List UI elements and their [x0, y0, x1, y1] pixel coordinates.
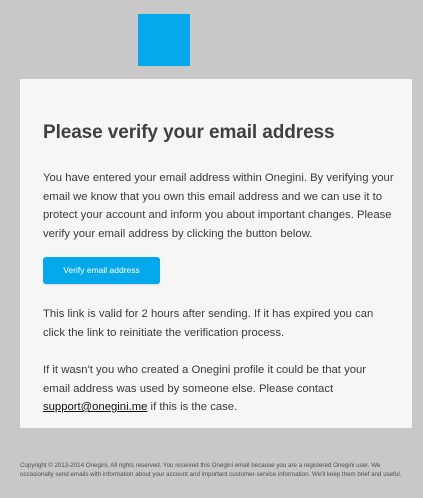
contact-text-after: if this is the case.	[147, 401, 238, 413]
support-email-link[interactable]: support@onegini.me	[43, 401, 147, 413]
contact-text-before: If it wasn't you who created a Onegini p…	[43, 364, 367, 395]
verify-email-button[interactable]: Verify email address	[43, 257, 160, 284]
validity-paragraph: This link is valid for 2 hours after sen…	[43, 308, 374, 339]
intro-paragraph: You have entered your email address with…	[43, 172, 394, 240]
footer-copyright: Copyright © 2013-2014 Onegini, All right…	[20, 462, 402, 478]
email-card: Please verify your email address You hav…	[20, 79, 412, 428]
contact-paragraph: If it wasn't you who created a Onegini p…	[43, 361, 395, 417]
brand-logo	[138, 14, 190, 66]
email-title: Please verify your email address	[43, 122, 335, 143]
